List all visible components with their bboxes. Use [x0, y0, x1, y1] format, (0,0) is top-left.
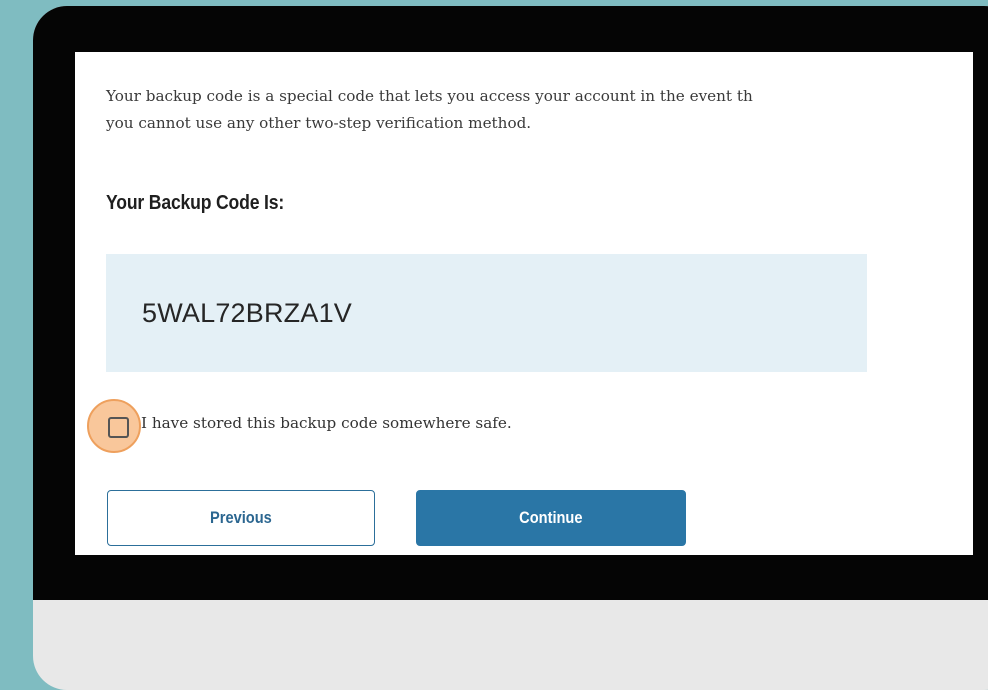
device-frame: Your backup code is a special code that …: [33, 6, 988, 690]
screen-bezel: Your backup code is a special code that …: [33, 6, 988, 600]
intro-line-1: Your backup code is a special code that …: [106, 87, 753, 105]
continue-button[interactable]: Continue: [416, 490, 686, 546]
previous-button[interactable]: Previous: [107, 490, 375, 546]
backup-code-box: 5WAL72BRZA1V: [106, 254, 867, 372]
backup-code-value: 5WAL72BRZA1V: [142, 297, 352, 328]
intro-text: Your backup code is a special code that …: [106, 83, 973, 137]
intro-line-2: you cannot use any other two-step verifi…: [106, 114, 532, 132]
confirm-stored-label[interactable]: I have stored this backup code somewhere…: [141, 414, 512, 432]
confirm-stored-checkbox[interactable]: [108, 417, 129, 438]
continue-button-label: Continue: [519, 508, 583, 527]
backup-code-page: Your backup code is a special code that …: [75, 52, 973, 555]
previous-button-label: Previous: [210, 508, 272, 527]
confirm-stored-row[interactable]: I have stored this backup code somewhere…: [75, 399, 875, 453]
backup-code-heading: Your Backup Code Is:: [106, 192, 285, 214]
